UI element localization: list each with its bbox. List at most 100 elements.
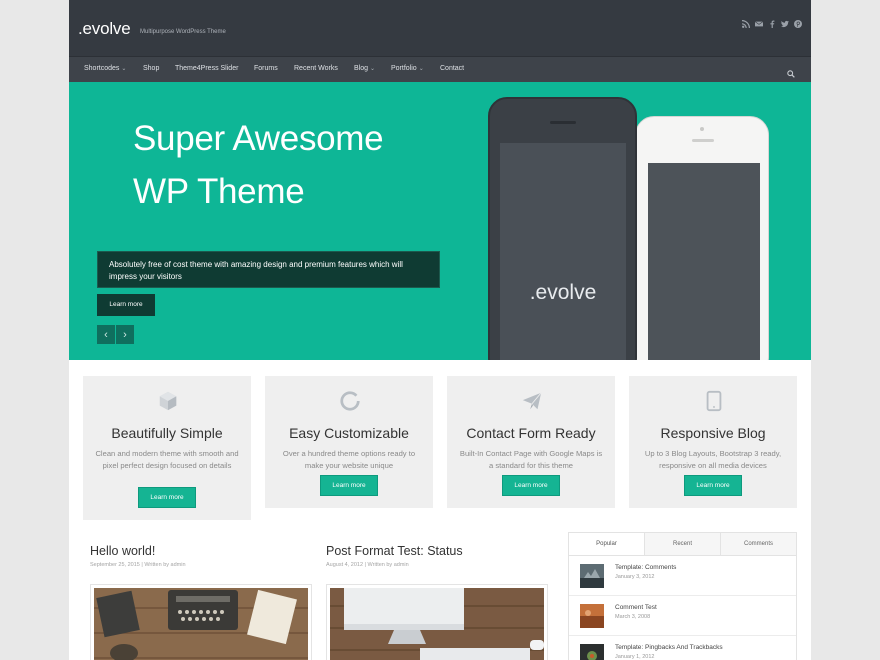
post-meta: August 4, 2012 | Written by admin	[326, 562, 409, 568]
meta-separator: |	[141, 562, 143, 568]
meta-separator: |	[364, 562, 366, 568]
tab-comments[interactable]: Comments	[720, 533, 796, 555]
tab-recent[interactable]: Recent	[644, 533, 720, 555]
tab-popular[interactable]: Popular	[569, 533, 644, 555]
popular-post-date: January 3, 2012	[615, 574, 655, 580]
nav-label: Blog	[354, 65, 369, 72]
nav-label: Theme4Press Slider	[175, 65, 239, 72]
chevron-down-icon: ⌄	[121, 66, 127, 72]
tablet-icon	[703, 390, 725, 412]
post-thumbnail-mini	[580, 564, 604, 588]
rss-icon[interactable]	[741, 19, 750, 28]
site-header: .evolve Multipurpose WordPress Theme	[69, 0, 811, 57]
phone-speaker	[550, 121, 576, 124]
post-title[interactable]: Post Format Test: Status	[326, 544, 463, 558]
feature-box: Responsive Blog Up to 3 Blog Layouts, Bo…	[629, 376, 797, 508]
nav-item-blog[interactable]: Blog ⌄	[354, 57, 375, 82]
feature-title: Easy Customizable	[289, 425, 409, 441]
site-tagline: Multipurpose WordPress Theme	[140, 29, 226, 35]
popular-post-item[interactable]: Template: Comments January 3, 2012	[569, 556, 796, 596]
nav-item-portfolio[interactable]: Portfolio ⌄	[391, 57, 424, 82]
feature-learn-more-button[interactable]: Learn more	[684, 475, 742, 496]
nav-label: Contact	[440, 65, 465, 72]
feature-text: Up to 3 Blog Layouts, Bootstrap 3 ready,…	[644, 449, 782, 470]
popular-post-item[interactable]: Comment Test March 3, 2008	[569, 596, 796, 636]
phone-white-image	[635, 116, 769, 360]
site-logo[interactable]: .evolve	[78, 19, 131, 39]
post-thumbnail[interactable]	[90, 584, 312, 660]
email-icon[interactable]	[754, 19, 763, 28]
sidebar-tabs-widget: Popular Recent Comments Template: Commen…	[568, 532, 797, 660]
phone-black-image: .evolve	[488, 97, 637, 360]
nav-label: Shop	[143, 65, 160, 72]
post-thumbnail[interactable]	[326, 584, 548, 660]
hero-title-line: WP Theme	[133, 172, 305, 211]
feature-box: Beautifully Simple Clean and modern them…	[83, 376, 251, 520]
page: .evolve Multipurpose WordPress Theme Sho…	[69, 0, 811, 660]
hero-title-line: Super Awesome	[133, 119, 384, 158]
popular-post-title[interactable]: Template: Comments	[615, 564, 676, 571]
paper-plane-icon	[521, 390, 543, 412]
feature-learn-more-button[interactable]: Learn more	[502, 475, 560, 496]
nav-item-shop[interactable]: Shop	[143, 57, 159, 82]
feature-box: Contact Form Ready Built-In Contact Page…	[447, 376, 615, 508]
feature-text: Clean and modern theme with smooth and p…	[95, 449, 239, 470]
feature-learn-more-button[interactable]: Learn more	[320, 475, 378, 496]
feature-text: Over a hundred theme options ready to ma…	[282, 449, 416, 470]
nav-item-recent-works[interactable]: Recent Works	[294, 57, 338, 82]
phone-camera	[700, 127, 704, 131]
hero-title: Super Awesome WP Theme	[133, 112, 473, 218]
popular-post-date: March 3, 2008	[615, 614, 651, 620]
feature-title: Contact Form Ready	[466, 425, 596, 441]
popular-post-title[interactable]: Comment Test	[615, 604, 657, 611]
facebook-icon[interactable]	[767, 19, 776, 28]
feature-text: Built-In Contact Page with Google Maps i…	[459, 449, 603, 470]
nav-item-contact[interactable]: Contact	[440, 57, 464, 82]
post-meta: September 25, 2015 | Written by admin	[90, 562, 186, 568]
nav-label: Forums	[254, 65, 278, 72]
post-thumbnail-mini	[580, 604, 604, 628]
phone-screen-logo: .evolve	[529, 281, 597, 304]
popular-post-title[interactable]: Template: Pingbacks And Trackbacks	[615, 644, 723, 651]
popular-post-item[interactable]: Template: Pingbacks And Trackbacks Janua…	[569, 636, 796, 660]
search-icon[interactable]	[787, 65, 796, 78]
main-nav: Shortcodes ⌄ Shop Theme4Press Slider Foru…	[69, 57, 811, 82]
feature-title: Beautifully Simple	[111, 425, 223, 441]
social-links	[741, 19, 802, 28]
nav-item-forums[interactable]: Forums	[254, 57, 278, 82]
hero-learn-more-button[interactable]: Learn more	[97, 294, 155, 316]
slider-arrows: ‹ ›	[97, 325, 134, 344]
pinterest-icon[interactable]	[793, 19, 802, 28]
phone-speaker	[692, 139, 714, 142]
post-author-prefix: Written by	[144, 562, 169, 568]
twitter-icon[interactable]	[780, 19, 789, 28]
tab-bar: Popular Recent Comments	[569, 533, 796, 556]
nav-label: Shortcodes	[84, 65, 120, 72]
chevron-down-icon: ⌄	[370, 66, 376, 72]
post-author-prefix: Written by	[367, 562, 393, 568]
cube-icon	[157, 390, 179, 412]
chevron-down-icon: ⌄	[418, 66, 424, 72]
chevron-right-icon[interactable]: ›	[116, 325, 134, 344]
typewriter-desk-image	[94, 588, 308, 660]
popular-post-date: January 1, 2012	[615, 654, 655, 660]
nav-label: Recent Works	[294, 65, 338, 72]
post-author[interactable]: admin	[394, 562, 409, 568]
feature-learn-more-button[interactable]: Learn more	[138, 487, 196, 508]
desk-computer-image	[330, 588, 544, 660]
post-date: August 4, 2012	[326, 562, 364, 568]
post-title[interactable]: Hello world!	[90, 544, 155, 558]
phone-screen	[648, 163, 760, 360]
nav-item-slider[interactable]: Theme4Press Slider	[175, 57, 238, 82]
post-author[interactable]: admin	[171, 562, 186, 568]
circle-notch-icon	[339, 390, 361, 412]
feature-box: Easy Customizable Over a hundred theme o…	[265, 376, 433, 508]
post-date: September 25, 2015	[90, 562, 140, 568]
nav-label: Portfolio	[391, 65, 417, 72]
hero-slider: Super Awesome WP Theme Absolutely free o…	[69, 82, 811, 360]
nav-item-shortcodes[interactable]: Shortcodes ⌄	[84, 57, 126, 82]
post-thumbnail-mini	[580, 644, 604, 660]
phone-screen: .evolve	[500, 143, 626, 360]
feature-title: Responsive Blog	[660, 425, 766, 441]
chevron-left-icon[interactable]: ‹	[97, 325, 115, 344]
